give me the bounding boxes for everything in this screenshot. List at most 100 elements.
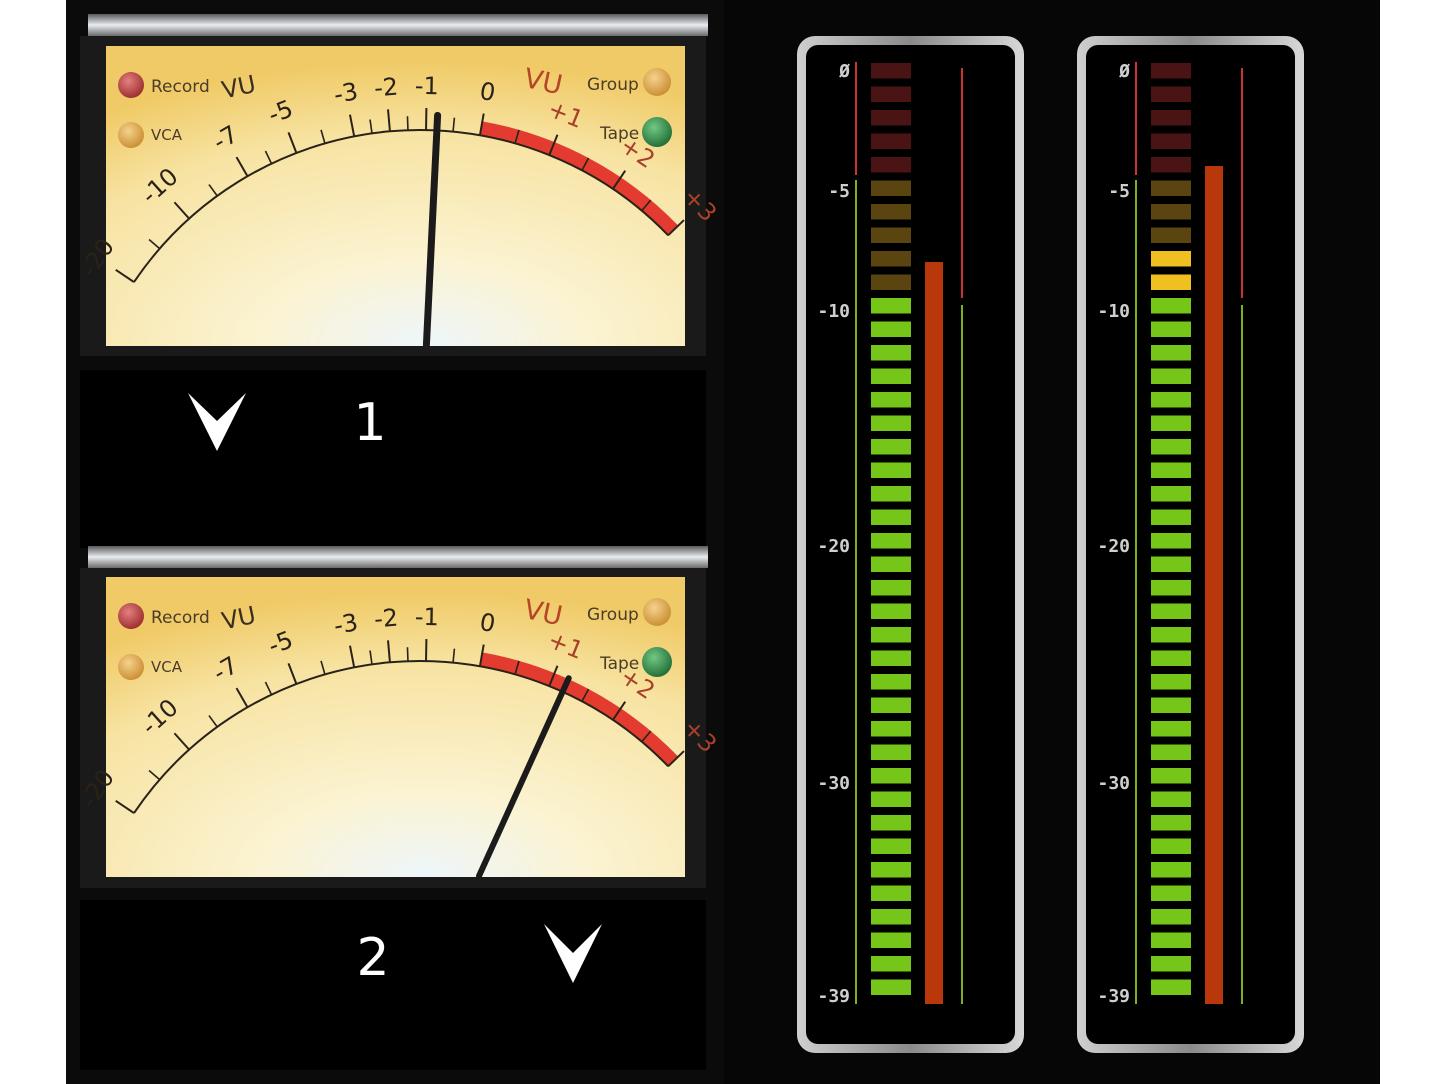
level-segment — [1151, 744, 1191, 760]
level-segment — [871, 321, 911, 337]
group-label: Group — [587, 75, 639, 95]
level-segment — [1151, 768, 1191, 784]
peak-level-bar — [925, 262, 943, 1004]
level-segment — [871, 204, 911, 220]
vca-label: VCA — [151, 658, 183, 676]
bar-meter-2: Ø -5 -10 -20 -30 -39 — [1077, 36, 1304, 1053]
tape-label: Tape — [599, 124, 639, 144]
channel-number: 1 — [353, 393, 386, 453]
tape-indicator-led[interactable] — [642, 117, 672, 147]
level-segment — [1151, 86, 1191, 102]
group-indicator-led[interactable] — [643, 598, 671, 626]
level-segment — [1151, 580, 1191, 596]
level-segment — [1151, 251, 1191, 267]
level-segment — [1151, 721, 1191, 737]
record-label: Record — [151, 77, 210, 97]
level-segment — [1151, 298, 1191, 314]
level-segment — [1151, 862, 1191, 878]
level-segment — [871, 86, 911, 102]
level-segment — [871, 133, 911, 149]
bar-meter-1: Ø -5 -10 -20 -30 -39 — [797, 36, 1024, 1053]
level-segment — [871, 721, 911, 737]
level-segment — [871, 274, 911, 290]
scale-label: -2 — [373, 73, 399, 103]
bar-scale-label: -20 — [817, 536, 850, 557]
level-segment — [871, 556, 911, 572]
level-segment — [1151, 63, 1191, 79]
level-segment — [1151, 650, 1191, 666]
level-segment — [1151, 227, 1191, 243]
level-segment — [1151, 462, 1191, 478]
tape-label: Tape — [599, 654, 639, 674]
meter-top-bezel — [88, 14, 708, 36]
level-segment — [871, 368, 911, 384]
bar-scale-label: Ø — [1118, 61, 1130, 82]
channel-strip — [80, 900, 706, 1070]
level-segment — [871, 63, 911, 79]
level-segment — [871, 415, 911, 431]
level-segment — [1151, 415, 1191, 431]
level-segment — [871, 627, 911, 643]
level-segment — [871, 838, 911, 854]
level-segment — [871, 509, 911, 525]
record-indicator-led[interactable] — [118, 72, 144, 98]
level-segment — [871, 227, 911, 243]
level-segment — [871, 345, 911, 361]
level-segment — [871, 603, 911, 619]
vca-indicator-led[interactable] — [118, 654, 144, 680]
level-segment — [1151, 486, 1191, 502]
scale-label: -1 — [415, 72, 439, 100]
level-segment — [1151, 791, 1191, 807]
level-segment — [871, 979, 911, 995]
level-segment — [871, 251, 911, 267]
level-segment — [871, 392, 911, 408]
level-segment — [871, 110, 911, 126]
level-segment — [1151, 392, 1191, 408]
level-segment — [871, 180, 911, 196]
bar-scale-label: -5 — [828, 181, 850, 202]
record-label: Record — [151, 608, 210, 628]
tape-indicator-led[interactable] — [642, 647, 672, 677]
bar-scale-label: -20 — [1097, 536, 1130, 557]
level-segment — [871, 674, 911, 690]
level-segment — [871, 791, 911, 807]
level-segment — [871, 533, 911, 549]
bar-scale-label: -30 — [1097, 773, 1130, 794]
meter-top-bezel — [88, 546, 708, 568]
bar-scale-label: -39 — [1097, 986, 1130, 1007]
level-segment — [1151, 885, 1191, 901]
channel-number: 2 — [356, 928, 389, 988]
level-segment — [1151, 368, 1191, 384]
level-segment — [871, 157, 911, 173]
level-segment — [1151, 439, 1191, 455]
peak-level-bar — [1205, 166, 1223, 1004]
scale-label: -1 — [415, 603, 439, 631]
bar-scale-label: -10 — [817, 301, 850, 322]
level-segment — [871, 486, 911, 502]
level-segment — [871, 932, 911, 948]
level-segment — [871, 744, 911, 760]
level-segment — [1151, 133, 1191, 149]
level-segment — [1151, 603, 1191, 619]
level-segment — [1151, 909, 1191, 925]
level-segment — [871, 909, 911, 925]
group-label: Group — [587, 605, 639, 625]
group-indicator-led[interactable] — [643, 68, 671, 96]
level-segment — [871, 697, 911, 713]
level-segment — [1151, 932, 1191, 948]
vca-indicator-led[interactable] — [118, 122, 144, 148]
bar-scale-label: Ø — [838, 61, 850, 82]
record-indicator-led[interactable] — [118, 603, 144, 629]
level-segment — [1151, 627, 1191, 643]
level-segment — [1151, 180, 1191, 196]
level-segment — [1151, 956, 1191, 972]
level-segment — [1151, 204, 1191, 220]
level-segment — [871, 768, 911, 784]
level-segment — [1151, 345, 1191, 361]
level-segment — [1151, 509, 1191, 525]
level-segment — [871, 862, 911, 878]
level-segment — [1151, 321, 1191, 337]
level-segment — [1151, 815, 1191, 831]
bar-scale-label: -30 — [817, 773, 850, 794]
level-segment — [871, 650, 911, 666]
